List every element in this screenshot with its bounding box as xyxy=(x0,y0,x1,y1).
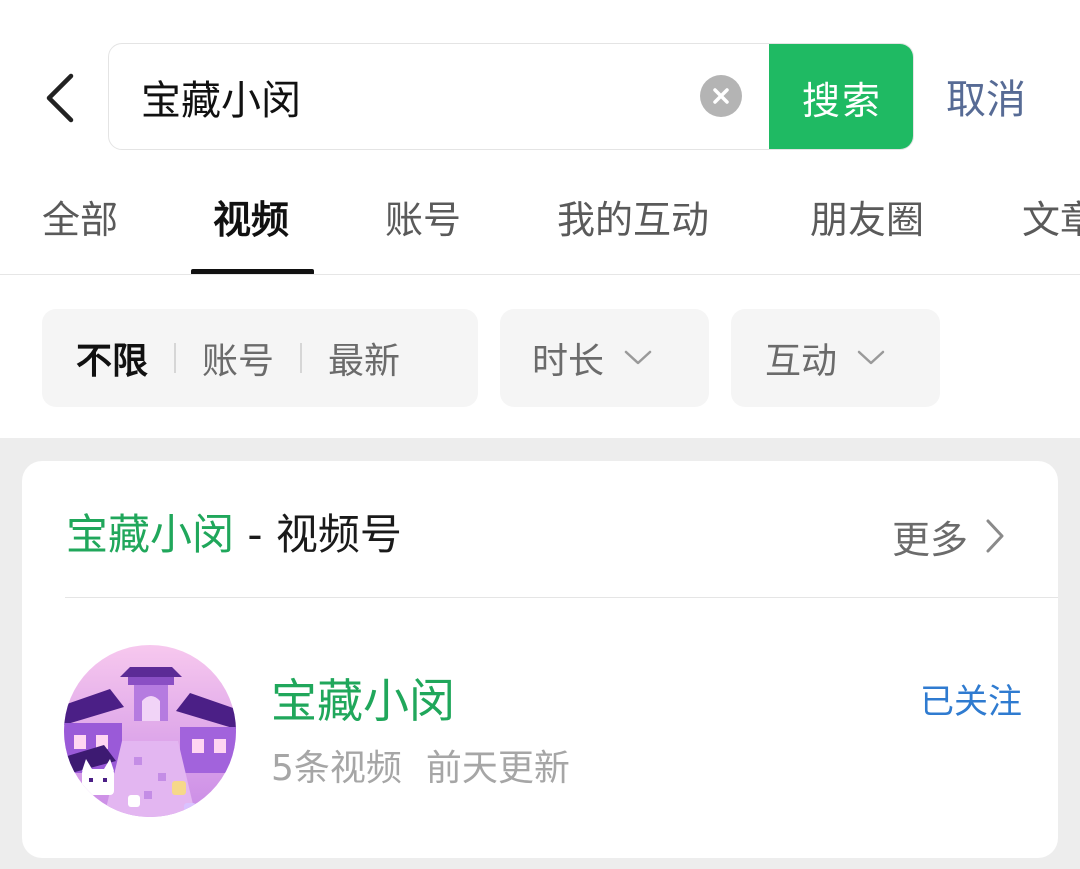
more-label: 更多 xyxy=(892,517,969,562)
card-title-suffix: - 视频号 xyxy=(234,510,402,559)
divider xyxy=(174,343,177,373)
search-button[interactable]: 搜索 xyxy=(769,44,913,149)
back-arrow-icon xyxy=(46,73,74,123)
tab-video[interactable]: 视频 xyxy=(213,195,289,245)
sort-option-account[interactable]: 账号 xyxy=(202,332,274,384)
divider xyxy=(300,343,303,373)
cancel-button[interactable]: 取消 xyxy=(946,70,1026,130)
account-name[interactable]: 宝藏小闵 xyxy=(271,671,455,731)
chevron-down-icon xyxy=(624,350,652,365)
interaction-filter-label: 互动 xyxy=(765,341,838,382)
tab-all[interactable]: 全部 xyxy=(42,195,118,245)
chevron-down-icon xyxy=(857,350,885,365)
avatar[interactable] xyxy=(64,645,236,817)
tab-account[interactable]: 账号 xyxy=(385,195,461,245)
search-header-area: 搜索 取消 全部 视频 账号 我的互动 朋友圈 文章 不限 账号 最新 时长 互… xyxy=(0,0,1080,438)
search-input[interactable] xyxy=(141,44,701,149)
sort-filter-group: 不限 账号 最新 xyxy=(42,309,478,407)
tab-articles[interactable]: 文章 xyxy=(1022,195,1080,245)
duration-filter[interactable]: 时长 xyxy=(500,309,709,407)
account-meta: 5条视频 前天更新 xyxy=(271,745,570,793)
back-button[interactable] xyxy=(34,68,86,128)
follow-status-button[interactable]: 已关注 xyxy=(920,679,1022,725)
interaction-filter[interactable]: 互动 xyxy=(731,309,940,407)
more-button[interactable]: 更多 xyxy=(892,511,1006,562)
divider xyxy=(65,597,1058,598)
active-tab-indicator xyxy=(191,269,314,274)
clear-button[interactable] xyxy=(700,75,742,117)
video-count: 5条视频 xyxy=(271,748,402,789)
tab-moments[interactable]: 朋友圈 xyxy=(810,195,924,245)
channel-result-card: 宝藏小闵 - 视频号 更多 宝藏小闵 5条视频 前天更新 已关注 xyxy=(22,461,1058,858)
card-title: 宝藏小闵 - 视频号 xyxy=(66,507,402,563)
tab-my-interactions[interactable]: 我的互动 xyxy=(557,195,709,245)
clear-icon xyxy=(713,88,729,104)
duration-filter-label: 时长 xyxy=(532,341,605,382)
chevron-right-icon xyxy=(986,519,1004,553)
sort-option-unlimited[interactable]: 不限 xyxy=(76,332,148,384)
card-title-highlight: 宝藏小闵 xyxy=(66,510,235,559)
sort-option-latest[interactable]: 最新 xyxy=(328,332,400,384)
search-box: 搜索 xyxy=(108,43,914,150)
avatar-illustration xyxy=(64,645,236,817)
update-time: 前天更新 xyxy=(425,748,570,789)
category-tabs: 全部 视频 账号 我的互动 朋友圈 文章 xyxy=(0,185,1080,275)
